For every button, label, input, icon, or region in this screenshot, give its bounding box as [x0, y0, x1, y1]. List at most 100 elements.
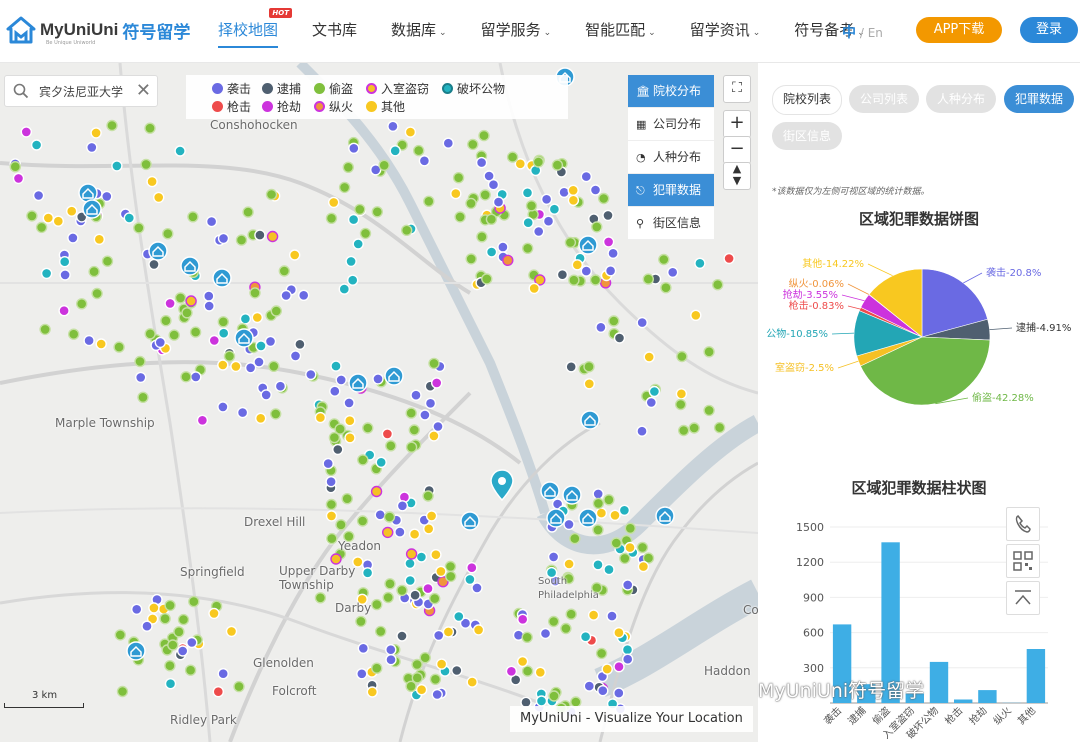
crime-point[interactable]	[528, 282, 540, 295]
crime-point[interactable]	[382, 526, 394, 539]
crime-point[interactable]	[597, 685, 609, 697]
crime-point[interactable]	[225, 625, 238, 638]
legend-item-other[interactable]: 其他	[366, 100, 405, 114]
crime-point[interactable]	[485, 246, 498, 258]
layer-ethnicity-distribution[interactable]: ◔ 人种分布	[628, 141, 714, 174]
lang-zh[interactable]: 中	[842, 25, 856, 41]
crime-point[interactable]	[556, 268, 569, 281]
crime-point[interactable]	[343, 397, 355, 409]
crime-point[interactable]	[322, 457, 334, 470]
crime-point[interactable]	[255, 412, 267, 424]
lang-en[interactable]: En	[868, 26, 883, 40]
crime-point[interactable]	[604, 265, 617, 277]
crime-point[interactable]	[203, 290, 215, 302]
crime-point[interactable]	[328, 431, 341, 444]
crime-point[interactable]	[345, 255, 357, 268]
crime-point[interactable]	[239, 313, 252, 325]
crime-point[interactable]	[35, 221, 48, 234]
crime-point[interactable]	[622, 653, 634, 665]
crime-point[interactable]	[422, 490, 434, 502]
crime-point[interactable]	[613, 687, 625, 699]
crime-point[interactable]	[636, 316, 648, 329]
crime-point[interactable]	[542, 215, 555, 227]
zoom-in-button[interactable]: +	[723, 110, 751, 138]
crime-point[interactable]	[385, 654, 397, 666]
crime-point[interactable]	[648, 385, 661, 398]
crime-point[interactable]	[478, 129, 490, 142]
crime-point[interactable]	[123, 212, 136, 224]
crime-point[interactable]	[423, 195, 435, 208]
crime-point[interactable]	[418, 155, 431, 167]
crime-point[interactable]	[472, 624, 485, 636]
qr-code-icon[interactable]	[1006, 544, 1040, 578]
crime-point[interactable]	[217, 668, 229, 680]
crime-point[interactable]	[587, 609, 600, 621]
legend-item-theft[interactable]: 偷盗	[314, 82, 353, 96]
crime-point[interactable]	[347, 213, 360, 226]
crime-point[interactable]	[335, 519, 347, 531]
crime-point[interactable]	[188, 595, 200, 608]
crime-point[interactable]	[180, 371, 192, 383]
crime-point[interactable]	[713, 421, 726, 434]
crime-point[interactable]	[583, 361, 595, 373]
crime-point[interactable]	[465, 197, 477, 210]
crime-point[interactable]	[305, 368, 317, 381]
zoom-out-button[interactable]: −	[723, 136, 751, 164]
crime-point[interactable]	[266, 230, 279, 243]
crime-point[interactable]	[413, 144, 425, 157]
crime-point[interactable]	[42, 212, 54, 224]
crime-point[interactable]	[694, 257, 706, 270]
crime-point[interactable]	[90, 127, 102, 139]
crime-point[interactable]	[114, 629, 127, 641]
crime-point[interactable]	[30, 139, 43, 151]
crime-point[interactable]	[571, 259, 583, 271]
crime-point[interactable]	[598, 192, 610, 205]
crime-point[interactable]	[643, 351, 655, 363]
crime-point[interactable]	[401, 224, 413, 237]
crime-point[interactable]	[479, 189, 491, 201]
crime-point[interactable]	[325, 498, 338, 511]
crime-point[interactable]	[67, 328, 80, 340]
crime-point[interactable]	[40, 267, 53, 280]
school-marker-icon[interactable]	[212, 268, 232, 288]
crime-point[interactable]	[435, 658, 448, 670]
crime-point[interactable]	[564, 236, 577, 249]
crime-point[interactable]	[622, 579, 634, 591]
school-marker-icon[interactable]	[78, 183, 98, 203]
tab-crime-data[interactable]: 犯罪数据	[1004, 85, 1074, 113]
crime-point[interactable]	[294, 338, 306, 350]
crime-point[interactable]	[595, 507, 608, 519]
crime-point[interactable]	[91, 287, 103, 300]
crime-point[interactable]	[381, 428, 394, 440]
crime-point[interactable]	[579, 631, 592, 643]
crime-point[interactable]	[613, 332, 626, 344]
crime-point[interactable]	[408, 528, 421, 540]
crime-point[interactable]	[355, 615, 367, 628]
crime-point[interactable]	[93, 233, 106, 246]
crime-point[interactable]	[167, 639, 179, 651]
crime-point[interactable]	[396, 630, 408, 642]
legend-item-burglary[interactable]: 入室盗窃	[366, 82, 429, 96]
crime-point[interactable]	[134, 371, 147, 384]
layer-school-distribution[interactable]: 🏛 院校分布	[628, 75, 714, 108]
crime-point[interactable]	[187, 211, 199, 223]
legend-item-robbery[interactable]: 抢劫	[262, 100, 301, 114]
crime-point[interactable]	[405, 441, 418, 453]
crime-point[interactable]	[186, 636, 198, 649]
school-marker-icon[interactable]	[578, 235, 598, 255]
crime-point[interactable]	[525, 200, 538, 212]
crime-point[interactable]	[32, 189, 45, 202]
crime-point[interactable]	[678, 424, 690, 437]
crime-point[interactable]	[583, 378, 595, 390]
crime-point[interactable]	[274, 380, 287, 392]
crime-point[interactable]	[362, 422, 374, 434]
crime-point[interactable]	[606, 610, 618, 622]
crime-point[interactable]	[185, 295, 197, 307]
crime-point[interactable]	[645, 396, 657, 409]
school-marker-icon[interactable]	[460, 511, 480, 531]
layer-company-distribution[interactable]: ▦ 公司分布	[628, 108, 714, 141]
crime-point[interactable]	[567, 184, 579, 197]
crime-point[interactable]	[430, 549, 442, 561]
crime-point[interactable]	[371, 662, 383, 674]
school-marker-icon[interactable]	[148, 241, 168, 261]
